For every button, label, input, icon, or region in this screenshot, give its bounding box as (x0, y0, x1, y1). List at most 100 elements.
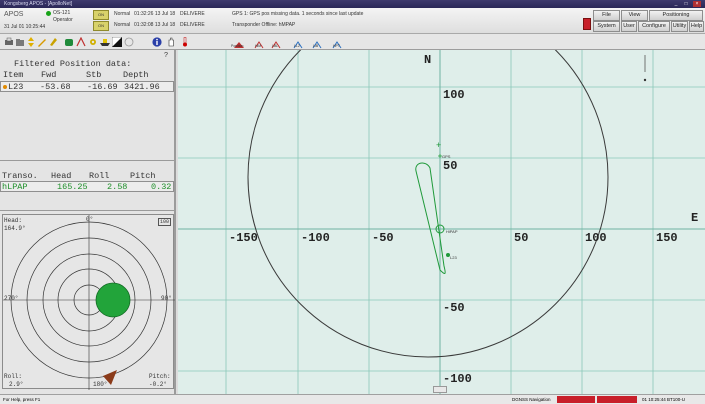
lib-tool-icon[interactable] (312, 36, 322, 49)
circle-icon[interactable] (124, 37, 134, 47)
attitude-polar-display[interactable]: Head: 164.9° 0° 90° 270° 180° Roll: 2.9°… (2, 214, 175, 390)
transponder-header-pitch: Pitch (130, 171, 156, 181)
alarm-ack-button-2[interactable]: ON (93, 21, 109, 31)
alarm-time-1: 01:32:26 13 Jul 18 (134, 11, 176, 17)
polar-label-right: 90° (161, 295, 172, 302)
tool-label-position: Position (231, 44, 244, 48)
tool-label-lib: LIB (313, 44, 319, 48)
status-navigation: DGNSS Navigation (512, 397, 551, 402)
header: APOS OS-121 Operator 31 Jul 01 10:25:44 … (0, 8, 705, 34)
alarm-message-2: Transponder Offline: hMPAP (232, 22, 296, 28)
close-button[interactable]: × (693, 1, 701, 7)
vessel-track (415, 162, 446, 274)
x-tick-neg50: -50 (372, 231, 394, 245)
ll2-tool-icon[interactable] (293, 36, 303, 49)
him-tool-icon[interactable] (254, 36, 264, 49)
y-tick-neg50: -50 (443, 301, 465, 315)
alarm-bell-icon[interactable] (583, 18, 591, 30)
gear-icon[interactable] (88, 37, 98, 47)
edit-icon[interactable] (37, 37, 47, 47)
maximize-button[interactable]: □ (682, 1, 690, 7)
panel-divider (0, 160, 174, 161)
menu-user[interactable]: User (621, 21, 637, 32)
apos-window: Kongsberg APOS - [ApolloNet] _ □ × APOS … (0, 0, 705, 404)
x-tick-100: 100 (585, 231, 607, 245)
x-tick-150: 150 (656, 231, 678, 245)
menu-file[interactable]: File (593, 10, 620, 21)
plot-grid (178, 50, 705, 394)
position-header-stb: Stb (86, 70, 102, 80)
menu-view[interactable]: View (621, 10, 648, 21)
position-cell-item: L23 (8, 82, 24, 92)
tool-label-lbl: LBL (272, 44, 279, 48)
tool-label-him: HiM (255, 44, 262, 48)
print-icon[interactable] (4, 37, 14, 47)
status-alarm-segment-1 (557, 396, 595, 403)
polar-roll-label: Roll: (4, 373, 23, 380)
polar-label-bottom: 180° (93, 381, 108, 388)
alarm-badge-1: ON (98, 12, 104, 17)
polar-heading-label: Head: (4, 217, 23, 224)
thermometer-icon[interactable] (180, 37, 190, 47)
position-header-depth: Depth (123, 70, 149, 80)
hand-icon[interactable] (166, 37, 176, 47)
minimize-button[interactable]: _ (672, 1, 680, 7)
position-plot-area[interactable]: + GPS HiPAP L23 N E -150 -100 -50 50 100… (178, 50, 705, 394)
toolbar: Position HiM LBL LL2 LIB HPT (0, 34, 705, 50)
y-tick-50: 50 (443, 159, 458, 173)
polar-pitch-value: -0.2° (149, 381, 168, 388)
transponder-cell-name: hLPAP (2, 182, 28, 192)
menu-positioning[interactable]: Positioning (649, 10, 703, 21)
panel-divider-2 (0, 210, 174, 211)
info-icon[interactable] (152, 37, 162, 47)
window-titlebar: Kongsberg APOS - [ApolloNet] _ □ × (0, 0, 705, 8)
plot-canvas: + GPS HiPAP L23 (178, 50, 705, 394)
transponder-cell-pitch: 0.32 (151, 182, 172, 192)
y-tick-100: 100 (443, 88, 465, 102)
transponder-cell-head: 165.25 (57, 182, 88, 192)
position-panel-scroll[interactable]: ? (164, 52, 168, 60)
station-name: OS-121 (53, 10, 71, 16)
position-panel-title: Filtered Position data: (14, 59, 132, 69)
transponder-status-icon (3, 85, 7, 89)
position-cell-fwd: -53.68 (40, 82, 71, 92)
transponder-table-row[interactable]: hLPAP 165.25 2.58 0.32 (0, 181, 174, 192)
menu-help[interactable]: Help (689, 21, 704, 32)
folder-icon[interactable] (15, 37, 25, 47)
polar-label-left: 270° (4, 295, 19, 302)
hpt-tool-icon[interactable] (332, 36, 342, 49)
position-header-item: Item (3, 70, 24, 80)
menu-configure[interactable]: Configure (638, 21, 670, 32)
polar-heading-value: 164.9° (4, 225, 26, 232)
position-label: HiPAP (446, 229, 458, 234)
status-bar: For Help, press F1 DGNSS Navigation 01 1… (0, 394, 705, 404)
tool-label-ll2: LL2 (294, 44, 300, 48)
y-tick-neg100: -100 (443, 372, 472, 386)
move-icon[interactable] (26, 37, 36, 47)
pencil-icon[interactable] (48, 37, 58, 47)
alarm-mode-2: Normal (114, 22, 131, 28)
position-table-row[interactable]: L23 -53.68 -16.69 3421.96 (0, 81, 174, 92)
window-title: Kongsberg APOS - [ApolloNet] (4, 1, 73, 7)
polar-scale-badge[interactable]: 100 (158, 218, 172, 226)
plot-scroll-handle[interactable] (433, 386, 447, 393)
ship-icon[interactable] (100, 37, 110, 47)
lbl-tool-icon[interactable] (271, 36, 281, 49)
contrast-icon[interactable] (112, 37, 122, 47)
status-alarm-segment-2 (597, 396, 637, 403)
tool-label-hpt: HPT (333, 44, 340, 48)
menu-system[interactable]: System (593, 21, 620, 32)
menu-utility[interactable]: Utility (671, 21, 688, 32)
alarm-mode-1: Normal (114, 11, 131, 17)
antenna-icon[interactable] (76, 37, 86, 47)
gps-marker-icon[interactable]: + (436, 140, 441, 150)
x-tick-neg100: -100 (301, 231, 330, 245)
polar-plot (3, 215, 175, 390)
north-label: N (424, 53, 432, 67)
transponder-icon[interactable] (64, 37, 74, 47)
polar-roll-value: 2.9° (9, 381, 24, 388)
app-name: APOS (4, 11, 24, 18)
position-tool-icon[interactable] (233, 36, 245, 48)
status-help-text: For Help, press F1 (3, 397, 41, 402)
alarm-ack-button-1[interactable]: ON (93, 10, 109, 20)
